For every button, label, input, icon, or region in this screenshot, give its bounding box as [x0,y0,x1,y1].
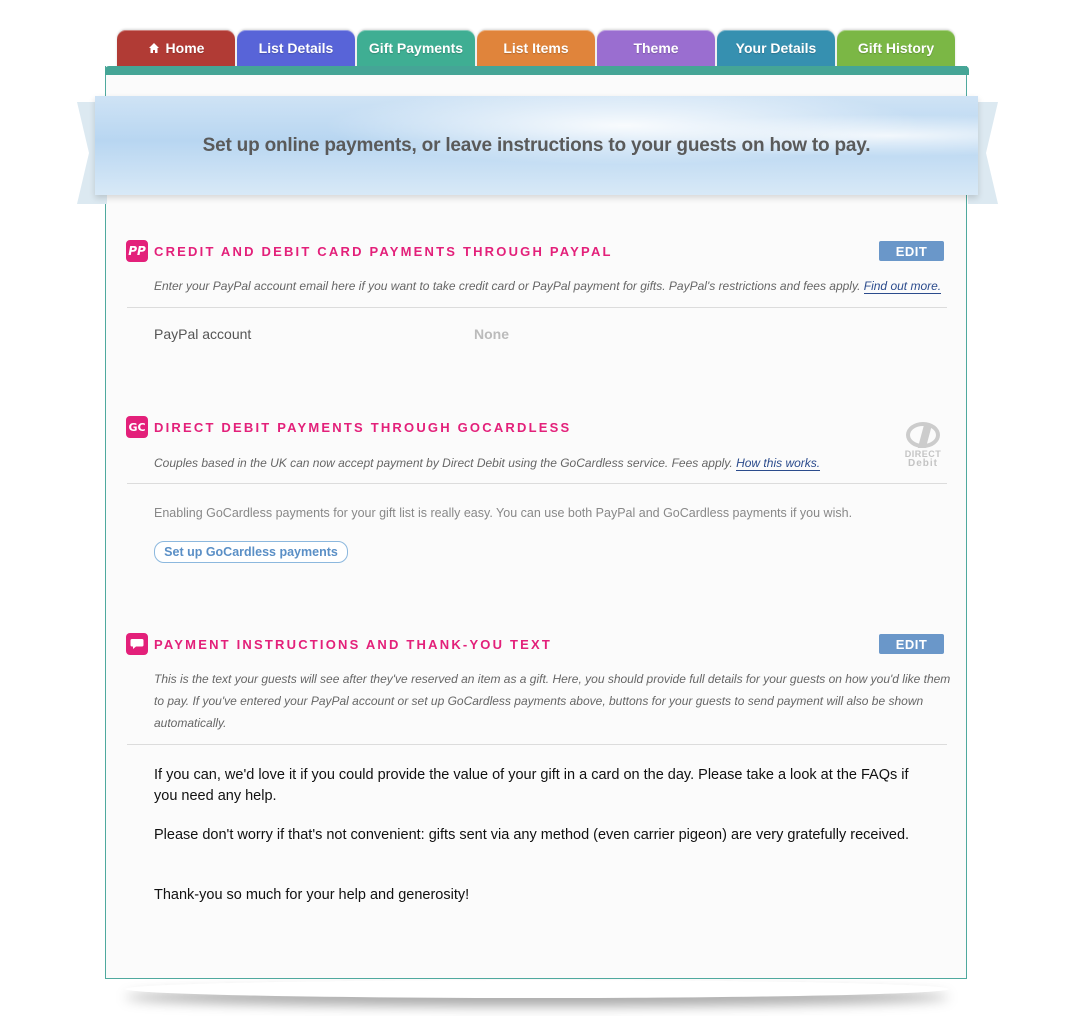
paypal-edit-button[interactable]: EDIT [879,241,944,261]
gocardless-icon: GC [126,416,148,438]
page-title: Set up online payments, or leave instruc… [202,134,871,156]
tab-gift-payments[interactable]: Gift Payments [357,30,475,68]
paypal-account-value: None [474,326,509,342]
divider [127,744,947,745]
direct-debit-logo: DIRECT Debit [896,422,950,472]
paypal-description-text: Enter your PayPal account email here if … [154,279,861,293]
divider [127,483,947,484]
panel-top-bar [105,66,969,75]
how-this-works-link[interactable]: How this works. [736,456,821,471]
thank-you-paragraph-1: If you can, we'd love it if you could pr… [154,767,909,804]
paypal-description: Enter your PayPal account email here if … [154,275,942,297]
tab-label: Home [165,40,205,56]
paypal-icon: PP [126,240,148,262]
home-icon [148,43,159,53]
tab-label: List Details [258,40,334,56]
instructions-edit-button[interactable]: EDIT [879,634,944,654]
tab-list-details[interactable]: List Details [237,30,355,68]
instructions-description-line1: This is the text your guests will see af… [154,672,951,686]
section-title-paypal: Credit and debit card payments through P… [154,244,613,259]
panel-shadow [125,980,949,998]
direct-debit-mark [906,422,940,448]
thank-you-paragraph-3: Thank-you so much for your help and gene… [154,887,470,903]
find-out-more-link[interactable]: Find out more. [863,279,942,294]
gocardless-info: Enabling GoCardless payments for your gi… [154,506,853,520]
tab-gift-history[interactable]: Gift History [837,30,955,68]
tab-label: Gift History [857,40,935,56]
tab-your-details[interactable]: Your Details [717,30,835,68]
tab-label: Theme [633,40,679,56]
gocardless-description-text: Couples based in the UK can now accept p… [154,456,733,470]
speech-bubble-icon [126,633,148,655]
thank-you-paragraph-2: Please don't worry if that's not conveni… [154,827,910,843]
gocardless-description: Couples based in the UK can now accept p… [154,452,821,474]
divider [127,307,947,308]
section-title-instructions: Payment instructions and thank-you text [154,637,553,652]
tab-list-items[interactable]: List Items [477,30,595,68]
tab-home[interactable]: Home [117,30,235,68]
direct-debit-logo-line2: Debit [908,458,938,469]
tab-label: List Items [503,40,569,56]
tab-theme[interactable]: Theme [597,30,715,68]
banner: Set up online payments, or leave instruc… [95,96,978,195]
instructions-description-line3: automatically. [154,716,227,730]
paypal-account-label: PayPal account [154,326,252,342]
speech-bubble-glyph [130,639,144,649]
instructions-description-line2: to pay. If you've entered your PayPal ac… [154,694,924,708]
tab-label: Your Details [735,40,817,56]
section-title-gocardless: Direct debit payments through GoCardless [154,420,572,435]
tab-label: Gift Payments [368,40,464,56]
setup-gocardless-button[interactable]: Set up GoCardless payments [154,541,348,563]
